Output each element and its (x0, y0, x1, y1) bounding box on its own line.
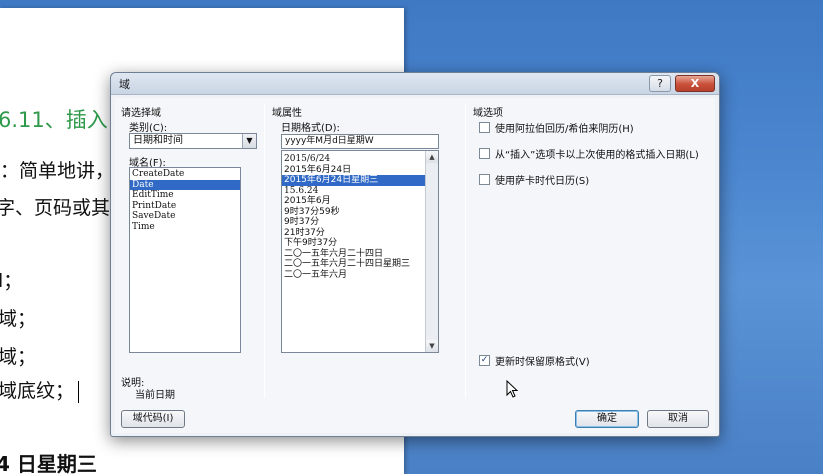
date-format-item[interactable]: 二〇一五年六月 (282, 270, 438, 281)
option-preserve-format[interactable]: ✓ 更新时保留原格式(V) (479, 353, 590, 368)
date-format-item[interactable]: 下午9时37分 (282, 238, 438, 249)
option-hijri-label: 使用阿拉伯回历/希伯来阴历(H) (495, 124, 634, 135)
field-names-list[interactable]: CreateDate Date EditTime PrintDate SaveDate T… (129, 167, 241, 353)
ok-button[interactable]: 确定 (575, 410, 639, 428)
date-format-item[interactable]: 9时37分 (282, 217, 438, 228)
date-format-item[interactable]: 二〇一五年六月二十四日 (282, 249, 438, 260)
checkbox-saka[interactable] (479, 174, 490, 185)
date-format-item[interactable]: 2015/6/24 (282, 154, 438, 165)
option-saka-calendar[interactable]: 使用萨卡时代日历(S) (479, 172, 589, 187)
field-dialog: 域 ? X 请选择域 类别(C): 日期和时间 ▼ 域名(F): CreateD… (110, 72, 720, 437)
field-properties-group-label: 域属性 (272, 108, 302, 119)
field-name-item[interactable]: CreateDate (130, 169, 240, 180)
scroll-up-icon[interactable]: ▲ (426, 151, 438, 163)
field-name-item[interactable]: Date (130, 179, 240, 190)
dialog-title: 域 (119, 78, 130, 91)
date-format-item[interactable]: 21时37分 (282, 228, 438, 239)
option-last-format[interactable]: 从“插入”选项卡以上次使用的格式插入日期(L) (479, 146, 699, 161)
checkbox-last-format[interactable] (479, 148, 490, 159)
date-format-item[interactable]: 9时37分59秒 (282, 207, 438, 218)
date-format-item[interactable]: 15.6.24 (282, 186, 438, 197)
option-hijri-calendar[interactable]: 使用阿拉伯回历/希伯来阴历(H) (479, 120, 634, 135)
field-codes-button[interactable]: 域代码(I) (121, 410, 185, 428)
choose-field-group-label: 请选择域 (121, 108, 161, 119)
cancel-button[interactable]: 取消 (647, 410, 709, 428)
doc-line-3: l； (0, 270, 23, 292)
date-format-scrollbar[interactable]: ▲ ▼ (425, 151, 438, 352)
field-name-item[interactable]: Time (130, 222, 240, 233)
help-button[interactable]: ? (649, 75, 671, 92)
description-text: 当前日期 (135, 390, 175, 401)
group-divider-2 (465, 104, 466, 398)
date-format-item[interactable]: 2015年6月24日 (282, 165, 438, 176)
category-dropdown[interactable]: 日期和时间 ▼ (129, 133, 257, 149)
chevron-down-icon[interactable]: ▼ (242, 134, 256, 148)
date-format-input[interactable]: yyyy年M月d日星期W (281, 134, 439, 149)
field-name-item[interactable]: SaveDate (130, 211, 240, 222)
field-options-group-label: 域选项 (473, 108, 503, 119)
preserve-format-label: 更新时保留原格式(V) (495, 357, 590, 368)
category-label: 类别(C): (129, 123, 168, 134)
date-format-item[interactable]: 2015年6月24日星期三 (282, 175, 438, 186)
doc-line-5: 域； (0, 346, 37, 368)
dialog-body: 请选择域 类别(C): 日期和时间 ▼ 域名(F): CreateDate Dat… (115, 98, 715, 433)
checkbox-preserve-format[interactable]: ✓ (479, 355, 490, 366)
field-name-item[interactable]: EditTime (130, 190, 240, 201)
doc-line-7: 4 日星期三 (0, 452, 97, 474)
option-last-format-label: 从“插入”选项卡以上次使用的格式插入日期(L) (495, 150, 699, 161)
dialog-titlebar[interactable]: 域 ? X (111, 73, 719, 95)
date-format-label: 日期格式(D): (281, 123, 340, 134)
doc-line-4: 域； (0, 308, 37, 330)
doc-line-2: 字、页码或其 (0, 197, 111, 219)
checkbox-hijri[interactable] (479, 122, 490, 133)
doc-line-1: ：简单地讲， (0, 160, 115, 182)
doc-heading: 6.11、插入 (0, 108, 108, 132)
date-format-list[interactable]: 2015/6/24 2015年6月24日 2015年6月24日星期三 15.6.24 2… (281, 150, 439, 353)
date-format-item[interactable]: 2015年6月 (282, 196, 438, 207)
group-divider-1 (264, 104, 265, 398)
category-value: 日期和时间 (133, 135, 183, 146)
scroll-down-icon[interactable]: ▼ (426, 340, 438, 352)
option-saka-label: 使用萨卡时代日历(S) (495, 176, 590, 187)
doc-line-6: 域底纹； (0, 376, 80, 403)
date-format-item[interactable]: 二〇一五年六月二十四日星期三 (282, 259, 438, 270)
doc-line-6-text: 域底纹； (0, 380, 75, 402)
mouse-pointer-icon (506, 380, 518, 398)
close-button[interactable]: X (675, 75, 715, 92)
field-name-item[interactable]: PrintDate (130, 201, 240, 212)
text-caret (78, 380, 80, 403)
